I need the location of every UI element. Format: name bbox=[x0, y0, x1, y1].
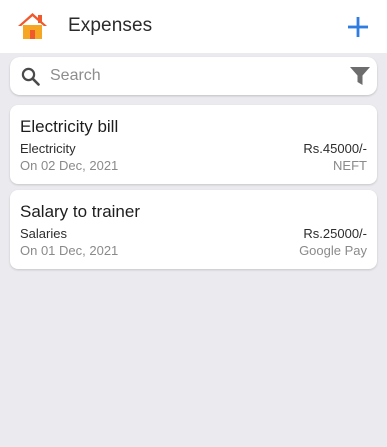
app-header: Expenses bbox=[0, 0, 387, 53]
expense-amount: Rs.45000/- bbox=[303, 141, 367, 156]
expense-amount: Rs.25000/- bbox=[303, 226, 367, 241]
expense-category: Electricity bbox=[20, 141, 76, 156]
page-title: Expenses bbox=[68, 15, 153, 36]
add-expense-button[interactable] bbox=[346, 15, 370, 39]
expense-payment-method: Google Pay bbox=[299, 243, 367, 258]
home-icon[interactable] bbox=[17, 12, 48, 40]
search-bar bbox=[10, 57, 377, 95]
search-icon bbox=[21, 67, 40, 86]
expense-payment-method: NEFT bbox=[333, 158, 367, 173]
expense-date: On 01 Dec, 2021 bbox=[20, 243, 119, 258]
expense-title: Electricity bill bbox=[20, 117, 119, 136]
expense-category: Salaries bbox=[20, 226, 67, 241]
filter-icon[interactable] bbox=[349, 66, 371, 86]
app-root: Expenses Electricity bill Electricity On… bbox=[0, 0, 387, 447]
expense-card[interactable]: Salary to trainer Salaries On 01 Dec, 20… bbox=[10, 190, 377, 269]
search-input[interactable] bbox=[50, 61, 330, 91]
expense-card[interactable]: Electricity bill Electricity On 02 Dec, … bbox=[10, 105, 377, 184]
expense-title: Salary to trainer bbox=[20, 202, 140, 221]
expense-date: On 02 Dec, 2021 bbox=[20, 158, 119, 173]
